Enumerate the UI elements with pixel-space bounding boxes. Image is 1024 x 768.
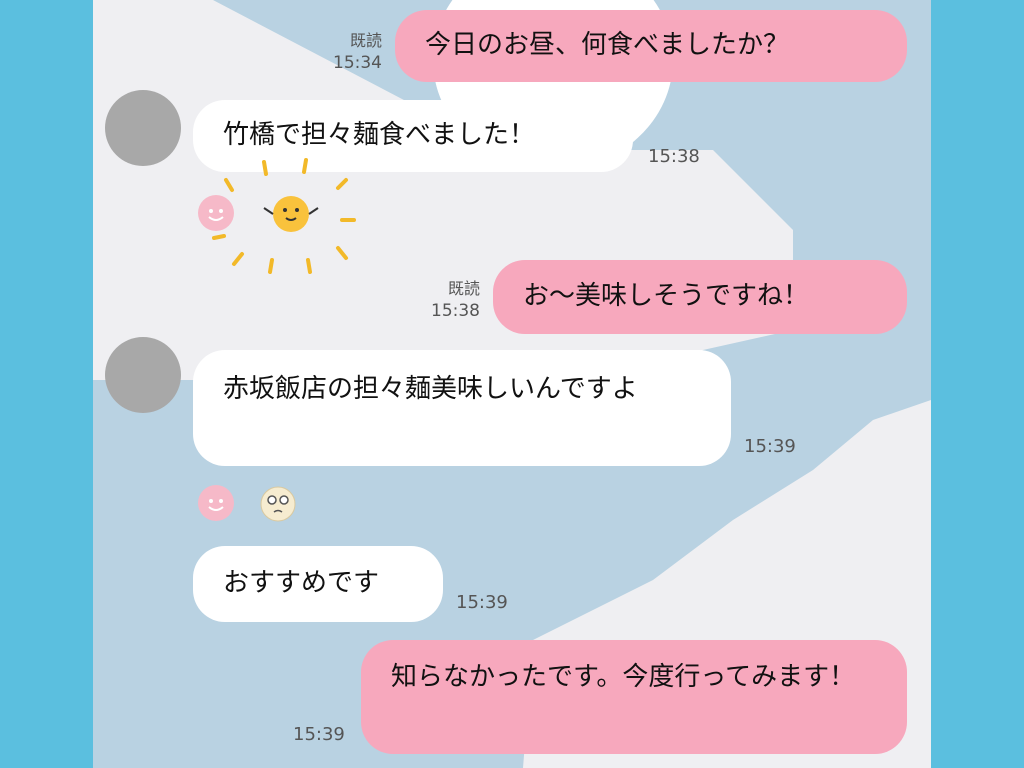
read-receipt: 既読 15:38 [406, 278, 480, 322]
thinking-face-sticker-icon[interactable] [259, 485, 297, 523]
message-text: 赤坂飯店の担々麺美味しいんですよ [223, 374, 638, 404]
message-text: おすすめです [223, 568, 380, 598]
message-bubble-incoming[interactable]: おすすめです [193, 546, 443, 622]
message-bubble-incoming[interactable]: 赤坂飯店の担々麺美味しいんですよ [193, 350, 731, 466]
yellow-chick-sticker-icon[interactable] [206, 150, 366, 280]
message-time: 15:34 [333, 53, 382, 73]
read-label: 既読 [447, 279, 480, 298]
message-bubble-outgoing[interactable]: 知らなかったです。今度行ってみます！ [361, 640, 907, 754]
message-text: 今日のお昼、何食べましたか？ [425, 30, 790, 60]
read-label: 既読 [349, 31, 382, 50]
contact-avatar[interactable] [105, 337, 181, 413]
message-text: 知らなかったです。今度行ってみます！ [391, 662, 856, 692]
message-text: 竹橋で担々麺食べました！ [223, 120, 536, 150]
message-time: 15:38 [431, 301, 480, 321]
message-time: 15:39 [744, 436, 796, 457]
read-receipt: 既読 15:34 [308, 30, 382, 74]
message-time: 15:39 [456, 592, 508, 613]
message-time: 15:38 [648, 146, 700, 167]
message-time: 15:39 [293, 724, 345, 745]
smiling-face-reaction-icon[interactable] [198, 485, 234, 521]
chat-area[interactable]: 既読 15:34 今日のお昼、何食べましたか？ 竹橋で担々麺食べました！ 15:… [93, 0, 931, 768]
message-bubble-outgoing[interactable]: お〜美味しそうですね！ [493, 260, 907, 334]
message-text: お〜美味しそうですね！ [523, 281, 810, 311]
message-bubble-outgoing[interactable]: 今日のお昼、何食べましたか？ [395, 10, 907, 82]
contact-avatar[interactable] [105, 90, 181, 166]
